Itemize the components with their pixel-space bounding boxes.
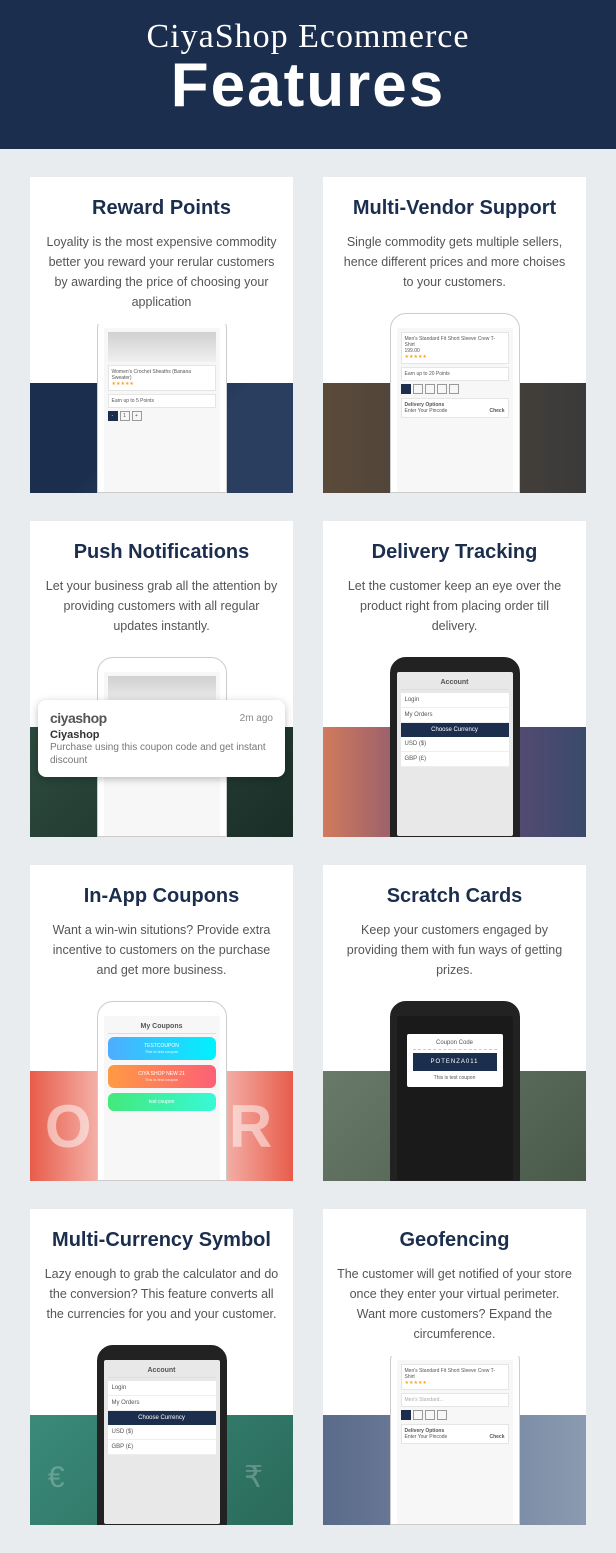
- rating-stars: ★★★★★: [405, 1380, 505, 1386]
- feature-desc: The customer will get notified of your s…: [337, 1264, 572, 1344]
- rating-stars: ★★★★★: [405, 354, 505, 360]
- feature-desc: Keep your customers engaged by providing…: [337, 920, 572, 980]
- feature-title: Push Notifications: [44, 541, 279, 564]
- feature-desc: Single commodity gets multiple sellers, …: [337, 232, 572, 292]
- feature-title: Scratch Cards: [337, 885, 572, 908]
- menu-item: Login: [108, 1381, 216, 1396]
- scratch-code: POTENZA011: [413, 1053, 497, 1071]
- feature-desc: Let your business grab all the attention…: [44, 576, 279, 636]
- menu-item: Login: [401, 693, 509, 708]
- feature-title: Multi-Vendor Support: [337, 197, 572, 220]
- size-selector: [401, 1410, 509, 1420]
- coupon-item: test coupon: [108, 1093, 216, 1111]
- screen-title: Account: [401, 676, 509, 690]
- features-grid: Reward Points Loyality is the most expen…: [0, 149, 616, 1553]
- phone-mockup: Account Login My Orders Choose Currency …: [390, 657, 520, 837]
- product-name: Men's Standard Fit Short Sleeve Crew T-S…: [405, 336, 505, 348]
- choose-currency-header: Choose Currency: [401, 723, 509, 737]
- check-button: Check: [489, 1434, 504, 1440]
- feature-card-push-notifications: Push Notifications Let your business gra…: [30, 521, 293, 837]
- notification-title: Ciyashop: [50, 729, 273, 741]
- feature-card-delivery-tracking: Delivery Tracking Let the customer keep …: [323, 521, 586, 837]
- menu-item: My Orders: [401, 708, 509, 723]
- phone-mockup: My Coupons TESTCOUPON This is test coupo…: [97, 1001, 227, 1181]
- pincode-placeholder: Enter Your Pincode: [405, 1434, 448, 1440]
- currency-option: GBP (£): [401, 752, 509, 767]
- reward-points-label: Earn up to 20 Points: [401, 367, 509, 381]
- notification-body: Purchase using this coupon code and get …: [50, 741, 273, 767]
- size-selector: - 1 +: [108, 411, 216, 421]
- check-button: Check: [489, 408, 504, 414]
- coupon-item: TESTCOUPON This is test coupon: [108, 1037, 216, 1060]
- currency-option: GBP (£): [108, 1440, 216, 1455]
- phone-mockup: Men's Standard Fit Short Sleeve Crew T-S…: [390, 313, 520, 493]
- feature-card-reward-points: Reward Points Loyality is the most expen…: [30, 177, 293, 493]
- feature-desc: Want a win-win situtions? Provide extra …: [44, 920, 279, 980]
- phone-mockup: Account Login My Orders Choose Currency …: [97, 1345, 227, 1525]
- product-name: Women's Crochet Sheaths (Banana Sweater): [112, 369, 212, 381]
- currency-option: USD ($): [401, 737, 509, 752]
- rating-stars: ★★★★★: [112, 381, 212, 387]
- coupon-item: CIYA SHOP NEW 21 This is test coupon: [108, 1065, 216, 1088]
- feature-desc: Let the customer keep an eye over the pr…: [337, 576, 572, 636]
- notification-logo: ciyashop: [50, 710, 107, 726]
- feature-card-scratch-cards: Scratch Cards Keep your customers engage…: [323, 865, 586, 1181]
- page-header: CiyaShop Ecommerce Features: [0, 0, 616, 149]
- search-placeholder: Men's Standard...: [401, 1393, 509, 1407]
- pincode-placeholder: Enter Your Pincode: [405, 408, 448, 414]
- feature-card-multi-currency: Multi-Currency Symbol Lazy enough to gra…: [30, 1209, 293, 1525]
- phone-mockup: Coupon Code POTENZA011 This is test coup…: [390, 1001, 520, 1181]
- feature-card-geofencing: Geofencing The customer will get notifie…: [323, 1209, 586, 1525]
- phone-mockup: Women's Crochet Sheaths (Banana Sweater)…: [97, 324, 227, 493]
- feature-title: Delivery Tracking: [337, 541, 572, 564]
- screen-title: Account: [108, 1364, 216, 1378]
- currency-option: USD ($): [108, 1425, 216, 1440]
- feature-desc: Loyality is the most expensive commodity…: [44, 232, 279, 312]
- menu-item: My Orders: [108, 1396, 216, 1411]
- header-title: Features: [0, 50, 616, 121]
- scratch-title: Coupon Code: [413, 1040, 497, 1050]
- screen-title: My Coupons: [108, 1020, 216, 1034]
- feature-desc: Lazy enough to grab the calculator and d…: [44, 1264, 279, 1324]
- notification-card: ciyashop 2m ago Ciyashop Purchase using …: [38, 700, 285, 777]
- scratch-subtitle: This is test coupon: [413, 1075, 497, 1081]
- feature-title: Reward Points: [44, 197, 279, 220]
- notification-time: 2m ago: [240, 713, 273, 724]
- scratch-modal: Coupon Code POTENZA011 This is test coup…: [407, 1034, 503, 1087]
- choose-currency-header: Choose Currency: [108, 1411, 216, 1425]
- feature-title: Multi-Currency Symbol: [44, 1229, 279, 1252]
- feature-title: In-App Coupons: [44, 885, 279, 908]
- feature-title: Geofencing: [337, 1229, 572, 1252]
- feature-card-multi-vendor: Multi-Vendor Support Single commodity ge…: [323, 177, 586, 493]
- reward-points-label: Earn up to 5 Points: [108, 394, 216, 408]
- size-selector: [401, 384, 509, 394]
- phone-mockup: Men's Standard Fit Short Sleeve Crew T-S…: [390, 1356, 520, 1525]
- feature-card-in-app-coupons: In-App Coupons Want a win-win situtions?…: [30, 865, 293, 1181]
- product-name: Men's Standard Fit Short Sleeve Crew T-S…: [405, 1368, 505, 1380]
